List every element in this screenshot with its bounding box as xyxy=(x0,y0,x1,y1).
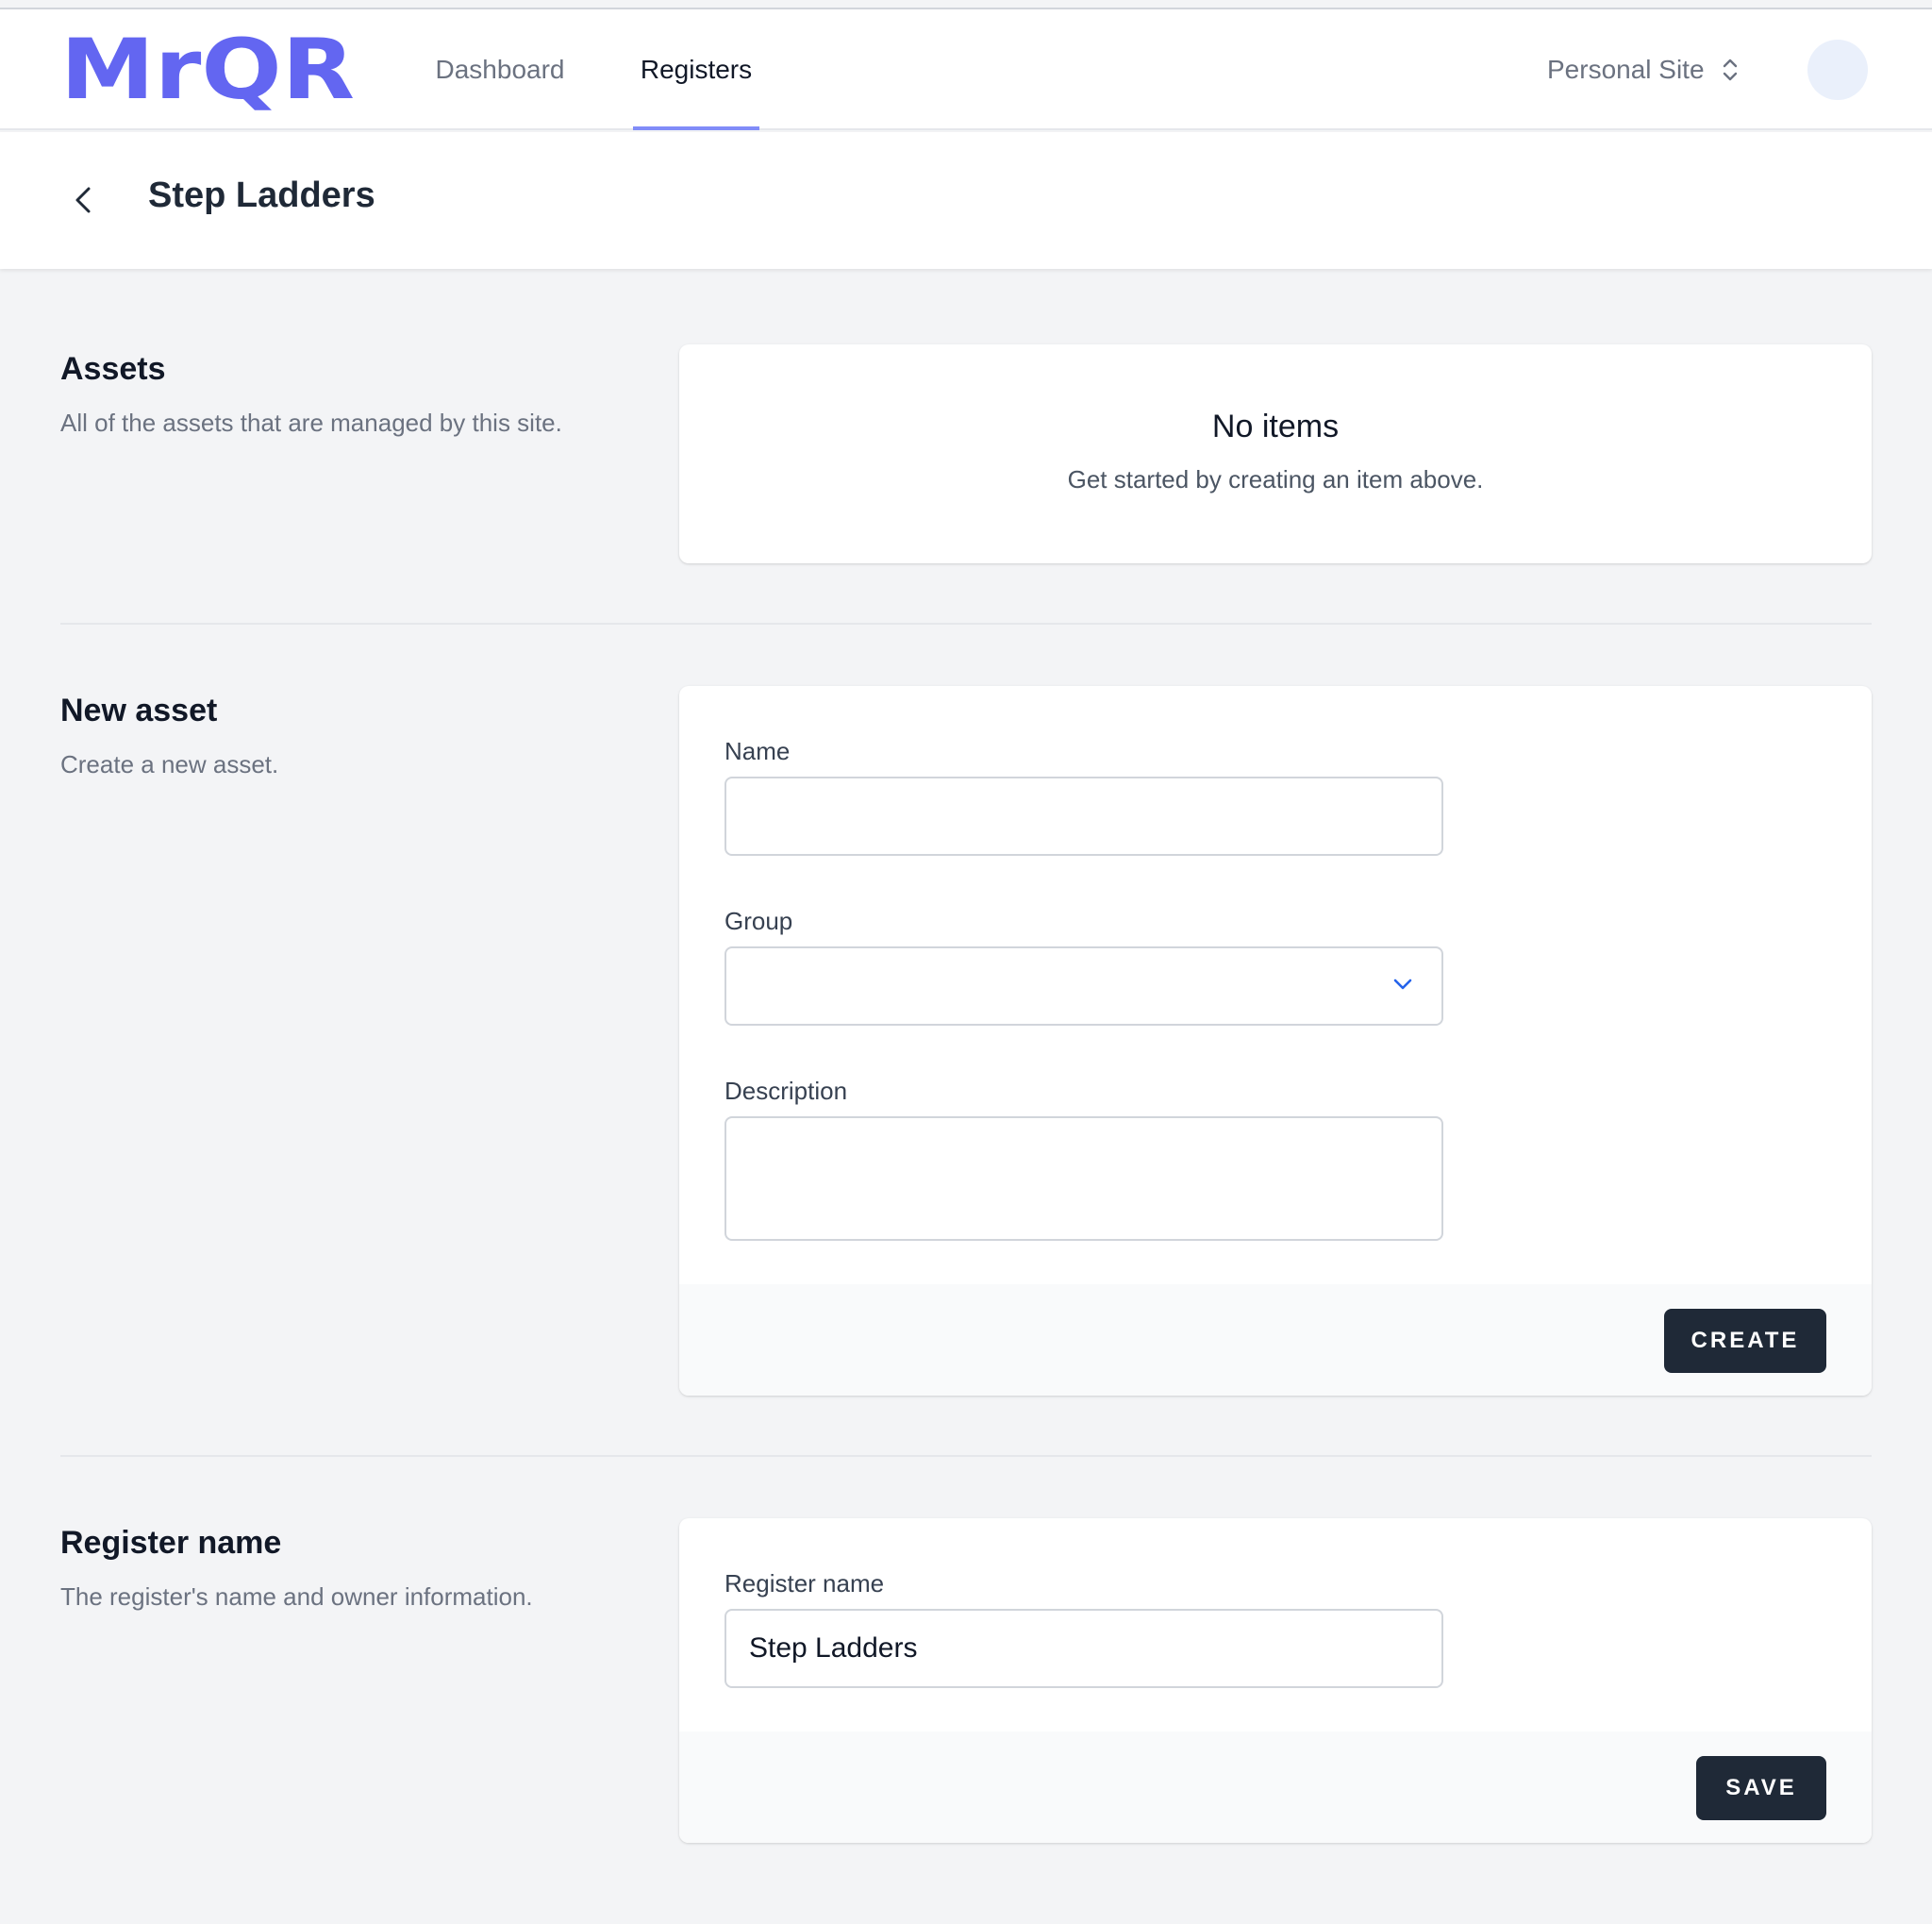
chevron-down-icon xyxy=(1393,979,1412,990)
empty-state-title: No items xyxy=(1211,409,1340,444)
group-label: Group xyxy=(724,907,793,935)
mrqr-logo[interactable]: MrQR xyxy=(60,32,355,111)
chevron-up-down-icon xyxy=(1723,59,1737,81)
site-selector[interactable]: Personal Site xyxy=(1547,43,1764,96)
description-label: Description xyxy=(724,1077,848,1105)
section-divider xyxy=(60,623,1872,625)
assets-section-description: All of the assets that are managed by th… xyxy=(60,409,562,437)
create-button[interactable]: CREATE xyxy=(1664,1309,1826,1373)
register-section-title: Register name xyxy=(60,1525,282,1561)
register-name-input[interactable] xyxy=(724,1609,1443,1688)
register-name-label: Register name xyxy=(724,1569,885,1598)
section-divider xyxy=(60,1455,1872,1457)
new-asset-section-title: New asset xyxy=(60,693,218,728)
group-select[interactable] xyxy=(724,946,1443,1026)
name-input[interactable] xyxy=(724,777,1443,856)
new-asset-form-card: Name Group Description CREATE xyxy=(679,686,1872,1396)
top-navbar: MrQR Dashboard Registers Personal Site xyxy=(0,9,1932,130)
chevron-left-icon xyxy=(75,187,91,213)
window-top-edge xyxy=(0,0,1932,9)
empty-state-description: Get started by creating an item above. xyxy=(1067,465,1484,494)
back-button[interactable] xyxy=(64,181,102,219)
user-avatar[interactable] xyxy=(1807,40,1868,100)
assets-section-title: Assets xyxy=(60,351,166,387)
new-asset-section-description: Create a new asset. xyxy=(60,750,279,778)
register-section-description: The register's name and owner informatio… xyxy=(60,1582,533,1611)
assets-list-card: No items Get started by creating an item… xyxy=(679,344,1872,563)
register-name-footer: SAVE xyxy=(679,1732,1872,1843)
save-button[interactable]: SAVE xyxy=(1696,1756,1826,1820)
description-textarea[interactable] xyxy=(724,1116,1443,1241)
page-header: Step Ladders xyxy=(0,132,1932,269)
register-name-card: Register name SAVE xyxy=(679,1518,1872,1843)
page-title: Step Ladders xyxy=(148,176,375,215)
nav-registers[interactable]: Registers xyxy=(633,9,759,130)
name-label: Name xyxy=(724,737,791,765)
nav-dashboard[interactable]: Dashboard xyxy=(425,9,575,130)
svg-text:MrQR: MrQR xyxy=(60,32,355,111)
new-asset-form-footer: CREATE xyxy=(679,1284,1872,1396)
active-tab-indicator xyxy=(633,126,759,130)
site-selector-label: Personal Site xyxy=(1547,55,1705,84)
